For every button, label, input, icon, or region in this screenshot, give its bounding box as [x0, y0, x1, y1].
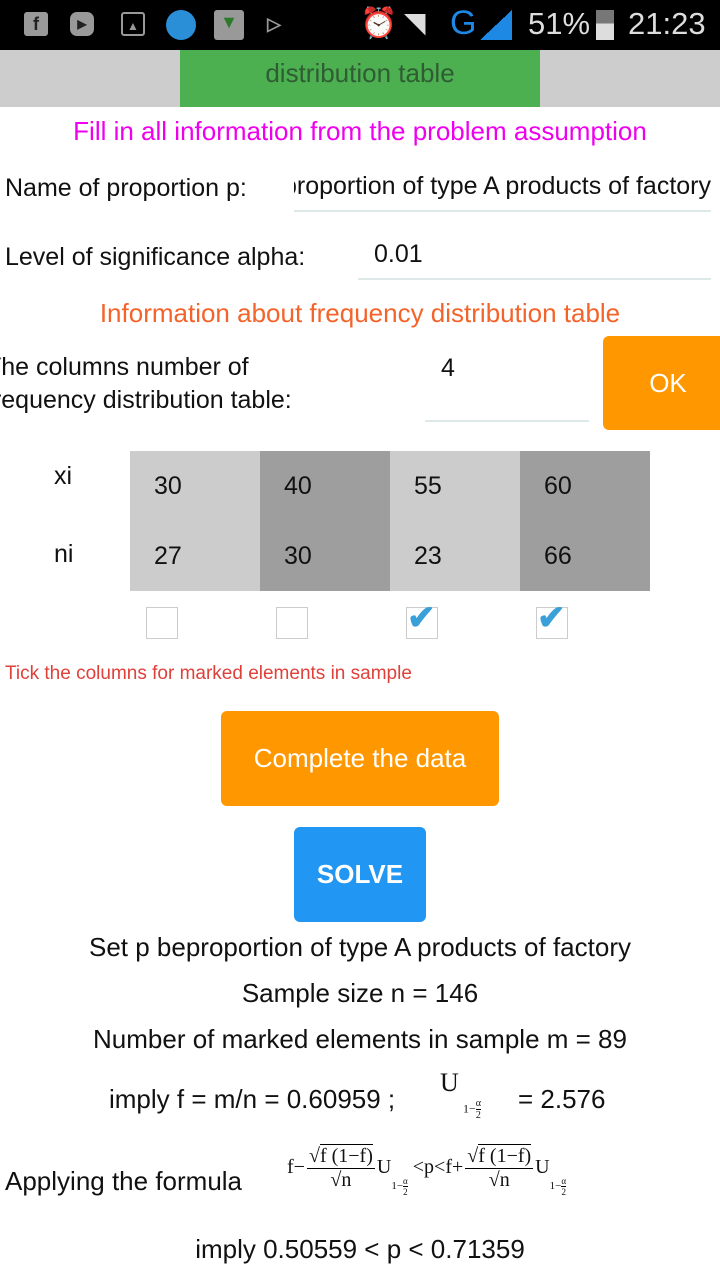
confidence-interval-formula: f− √f (1−f) √n U1− α 2 <p<f+ √f (1−f) √n U1−… [287, 1144, 567, 1198]
signal-icon [480, 10, 512, 40]
formula-numerator: f (1−f) [478, 1144, 532, 1167]
youtube-icon: ▶ [70, 12, 94, 36]
u-subscript: 1− α 2 [463, 1098, 482, 1121]
formula-plus: + [451, 1156, 464, 1179]
ni-cell[interactable]: 66 [520, 521, 650, 591]
column-checkbox[interactable]: ✔ [406, 599, 438, 639]
formula-f: f [445, 1156, 452, 1179]
formula-denominator: n [341, 1168, 352, 1191]
xi-cell[interactable]: 60 [520, 451, 650, 521]
formula-numerator: f (1−f) [319, 1144, 373, 1167]
xi-cell[interactable]: 40 [260, 451, 390, 521]
two-symbol: 2 [475, 1110, 481, 1121]
top-toolbar: distribution table [0, 50, 720, 107]
xi-label: xi [54, 462, 73, 490]
formula-label: Applying the formula [5, 1166, 243, 1196]
frequency-table-button[interactable]: distribution table [180, 50, 540, 107]
formula-sub: 1− [391, 1180, 404, 1193]
column-checkbox[interactable] [146, 607, 178, 639]
formula-u: U [535, 1156, 550, 1179]
formula-f: f [287, 1156, 294, 1179]
formula-denominator: n [499, 1168, 510, 1191]
sub-text: 1− [463, 1101, 476, 1116]
ni-cell[interactable]: 27 [130, 521, 260, 591]
proportion-value: proportion of type A products of factory [294, 172, 711, 200]
result-line-3: Number of marked elements in sample m = … [93, 1024, 627, 1054]
frequency-heading: Information about frequency distribution… [99, 298, 621, 328]
clock: 21:23 [628, 6, 706, 41]
instruction-heading: Fill in all information from the problem… [73, 116, 647, 146]
ni-label: ni [54, 540, 74, 568]
columns-value: 4 [441, 354, 455, 382]
columns-label-2: frequency distribution table: [0, 386, 292, 414]
formula-two: 2 [403, 1187, 408, 1198]
tick-hint: Tick the columns for marked elements in … [5, 663, 412, 684]
alpha-label: Level of significance alpha: [5, 243, 306, 271]
xi-cell[interactable]: 30 [130, 451, 260, 521]
alarm-icon: ⏰ [360, 7, 398, 40]
ni-cell[interactable]: 23 [390, 521, 520, 591]
status-bar: f ▶ ▲ ▼ ▷ ⏰ ◥ G 51% 21:23 [0, 0, 720, 50]
alpha-symbol: α [475, 1098, 482, 1110]
formula-minus: − [293, 1156, 305, 1179]
ok-label: OK [649, 368, 687, 398]
result-line-4b: = 2.576 [518, 1084, 606, 1114]
play-store-icon: ▷ [267, 14, 281, 34]
ok-button[interactable]: OK [603, 336, 720, 430]
result-line-6: imply 0.50559 < p < 0.71359 [195, 1234, 525, 1264]
formula-alpha: α [561, 1176, 567, 1188]
button-label: distribution table [265, 58, 455, 88]
u-symbol: U [440, 1068, 459, 1097]
network-type: G [450, 4, 477, 42]
proportion-input[interactable]: proportion of type A products of factory [294, 170, 711, 212]
check-icon: ✔ [407, 599, 436, 637]
solve-label: SOLVE [316, 859, 404, 889]
result-line-1: Set p beproportion of type A products of… [88, 932, 631, 962]
column-checkbox[interactable]: ✔ [536, 599, 568, 639]
column-checkbox[interactable] [276, 607, 308, 639]
formula-sub: 1− [549, 1180, 562, 1193]
alpha-value: 0.01 [374, 240, 423, 268]
xi-cell[interactable]: 55 [390, 451, 520, 521]
battery-icon [596, 10, 614, 40]
formula-inequality: <p< [412, 1156, 446, 1179]
formula-u: U [376, 1156, 392, 1179]
columns-input[interactable]: 4 [425, 350, 589, 422]
battery-percent: 51% [528, 6, 591, 41]
alpha-input[interactable]: 0.01 [358, 238, 711, 280]
proportion-label: Name of proportion p: [5, 174, 247, 202]
formula-two: 2 [561, 1187, 566, 1198]
facebook-icon: f [24, 12, 48, 36]
check-icon: ✔ [537, 599, 566, 637]
ni-cell[interactable]: 30 [260, 521, 390, 591]
complete-data-button[interactable]: Complete the data [221, 711, 499, 806]
wifi-icon: ◥ [404, 7, 426, 38]
solve-button[interactable]: SOLVE [294, 827, 426, 922]
result-line-4a: imply f = m/n = 0.60959 ; [109, 1084, 396, 1114]
result-line-2: Sample size n = 146 [241, 978, 479, 1008]
gallery-icon: ▲ [121, 12, 145, 36]
complete-label: Complete the data [253, 743, 467, 773]
formula-alpha: α [403, 1176, 408, 1188]
camera-aperture-icon [166, 10, 196, 40]
shield-icon: ▼ [214, 10, 244, 40]
columns-label-1: The columns number of [0, 353, 249, 381]
